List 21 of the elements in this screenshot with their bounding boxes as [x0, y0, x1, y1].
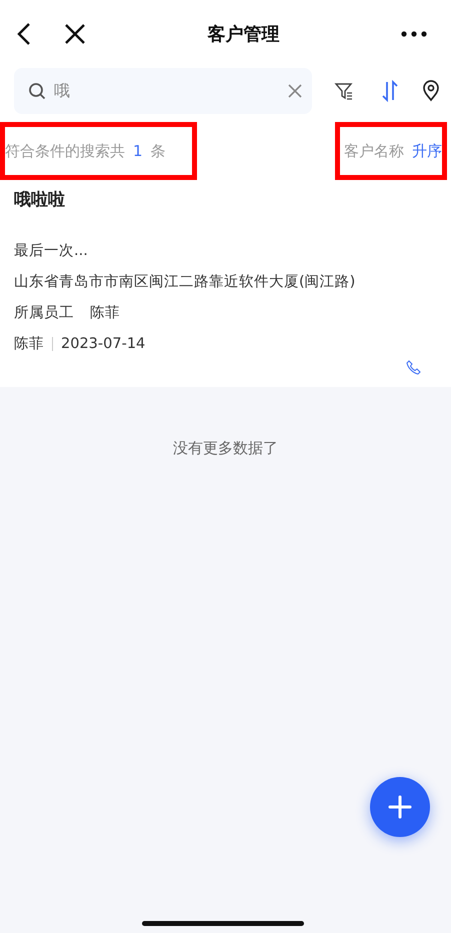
result-count: 1 — [133, 140, 143, 162]
page-title: 客户管理 — [208, 22, 280, 46]
sort-order[interactable]: 升序 — [412, 140, 442, 162]
creator-name: 陈菲 — [14, 334, 44, 354]
last-follow-up-text: 最后一次... — [14, 242, 88, 258]
result-count-label: 符合条件的搜索共 — [5, 140, 125, 162]
search-field[interactable]: 哦 — [14, 68, 312, 114]
search-query-text: 哦 — [54, 80, 70, 102]
plus-icon — [388, 795, 412, 819]
search-icon — [28, 82, 46, 100]
customer-name: 哦啦啦 — [14, 190, 65, 210]
customer-address: 山东省青岛市市南区闽江二路靠近软件大厦(闽江路) — [14, 274, 356, 290]
owner-label: 所属员工 — [14, 304, 74, 322]
result-count-unit: 条 — [150, 140, 166, 162]
clear-icon[interactable] — [288, 84, 302, 98]
created-date: 2023-07-14 — [61, 334, 146, 354]
sort-field[interactable]: 客户名称 — [344, 140, 404, 162]
add-button[interactable] — [370, 777, 430, 837]
end-of-list-text: 没有更多数据了 — [173, 438, 278, 456]
owner-name: 陈菲 — [90, 304, 120, 322]
phone-icon[interactable] — [406, 360, 421, 374]
